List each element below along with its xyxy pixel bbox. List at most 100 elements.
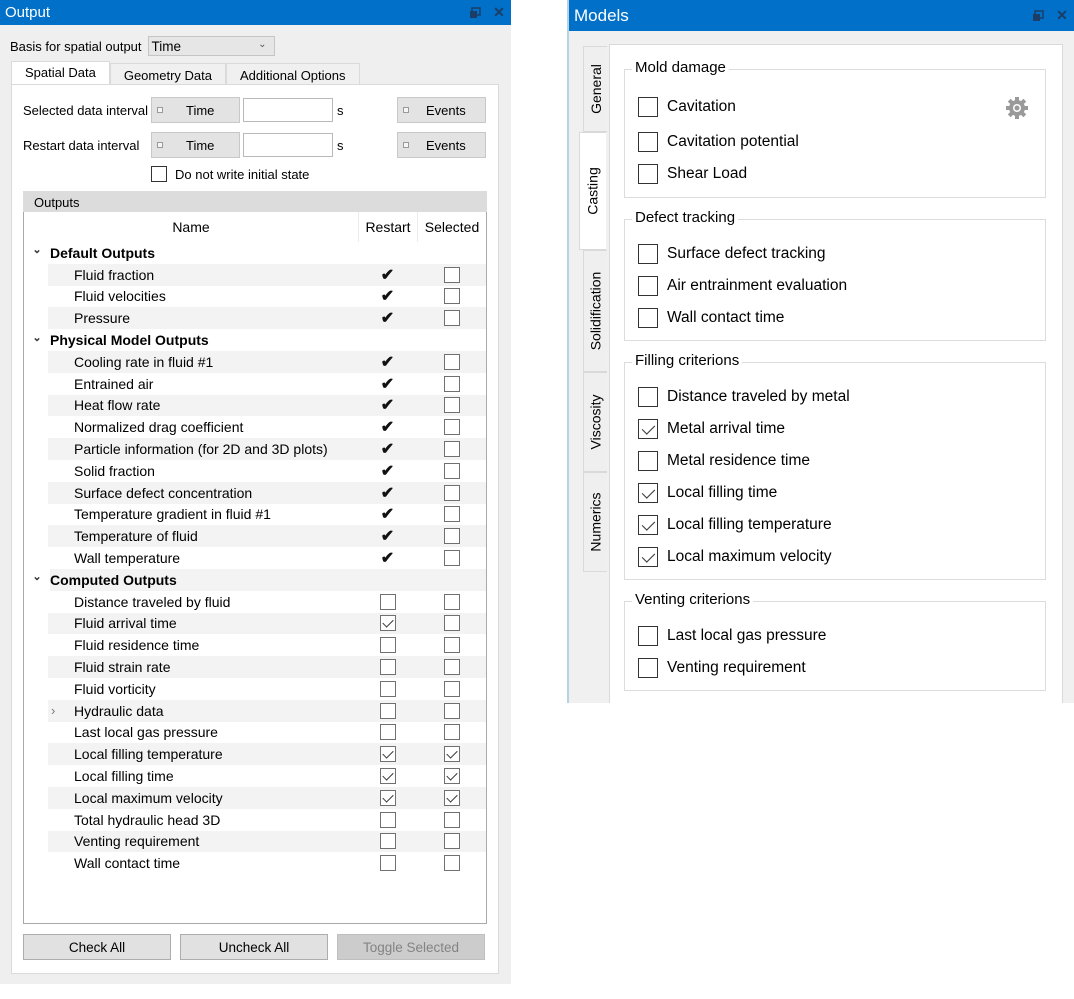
basis-dropdown[interactable]: Time ⌄ bbox=[147, 36, 275, 56]
model-option[interactable]: Wall contact time bbox=[638, 308, 784, 328]
model-option[interactable]: Venting requirement bbox=[638, 658, 806, 678]
vtab-general[interactable]: General bbox=[583, 46, 607, 132]
chevron-down-icon[interactable]: ⌄ bbox=[24, 331, 50, 344]
model-option[interactable]: Local filling temperature bbox=[638, 515, 832, 535]
selected-checkbox[interactable] bbox=[443, 724, 460, 741]
vtab-viscosity[interactable]: Viscosity bbox=[583, 372, 607, 472]
selected-checkbox[interactable] bbox=[443, 855, 460, 872]
selected-checkbox[interactable] bbox=[443, 266, 460, 283]
tree-row[interactable]: Pressure ✔ bbox=[24, 307, 486, 330]
gear-icon[interactable] bbox=[1005, 96, 1029, 120]
restart-checkbox[interactable] bbox=[379, 659, 396, 676]
restart-checkbox[interactable] bbox=[379, 702, 396, 719]
restore-window-icon[interactable] bbox=[463, 6, 487, 19]
restart-checkbox[interactable] bbox=[379, 637, 396, 654]
model-option[interactable]: Distance traveled by metal bbox=[638, 387, 850, 407]
selected-time-toggle[interactable]: Time bbox=[151, 97, 240, 123]
restart-time-toggle[interactable]: Time bbox=[151, 132, 240, 158]
option-checkbox[interactable] bbox=[638, 419, 658, 439]
selected-checkbox[interactable] bbox=[443, 593, 460, 610]
selected-checkbox[interactable] bbox=[443, 659, 460, 676]
restart-interval-input[interactable] bbox=[243, 133, 333, 157]
tree-row[interactable]: Last local gas pressure bbox=[24, 722, 486, 744]
selected-checkbox[interactable] bbox=[443, 288, 460, 305]
selected-checkbox[interactable] bbox=[443, 375, 460, 392]
uncheck-all-button[interactable]: Uncheck All bbox=[180, 934, 328, 960]
restart-checkbox[interactable] bbox=[379, 768, 396, 785]
selected-checkbox[interactable] bbox=[443, 768, 460, 785]
restart-checkbox[interactable] bbox=[379, 724, 396, 741]
selected-checkbox[interactable] bbox=[443, 528, 460, 545]
selected-checkbox[interactable] bbox=[443, 637, 460, 654]
selected-checkbox[interactable] bbox=[443, 419, 460, 436]
tree-row[interactable]: Surface defect concentration ✔ bbox=[24, 481, 486, 504]
selected-checkbox[interactable] bbox=[443, 506, 460, 523]
option-checkbox[interactable] bbox=[638, 244, 658, 264]
tree-row[interactable]: Entrained air ✔ bbox=[24, 373, 486, 395]
selected-checkbox[interactable] bbox=[443, 811, 460, 828]
selected-checkbox[interactable] bbox=[443, 441, 460, 458]
tree-row[interactable]: Fluid vorticity bbox=[24, 678, 486, 700]
model-option[interactable]: Metal residence time bbox=[638, 451, 810, 471]
model-option[interactable]: Surface defect tracking bbox=[638, 244, 826, 264]
option-checkbox[interactable] bbox=[638, 626, 658, 646]
column-name[interactable]: Name bbox=[24, 212, 359, 242]
close-icon[interactable]: ✕ bbox=[487, 4, 511, 21]
model-option[interactable]: Cavitation bbox=[638, 97, 736, 117]
tree-group[interactable]: ⌄ Default Outputs bbox=[24, 242, 486, 264]
tree-row[interactable]: Particle information (for 2D and 3D plot… bbox=[24, 438, 486, 460]
vtab-numerics[interactable]: Numerics bbox=[583, 472, 607, 572]
tab-additional-options[interactable]: Additional Options bbox=[225, 63, 360, 86]
tree-row[interactable]: Local filling temperature bbox=[24, 743, 486, 766]
option-checkbox[interactable] bbox=[638, 547, 658, 567]
tab-geometry-data[interactable]: Geometry Data bbox=[109, 63, 226, 86]
option-checkbox[interactable] bbox=[638, 451, 658, 471]
chevron-right-icon[interactable]: › bbox=[51, 703, 55, 718]
restore-window-icon[interactable] bbox=[1026, 9, 1050, 22]
restart-checkbox[interactable] bbox=[379, 680, 396, 697]
tree-row[interactable]: Local maximum velocity bbox=[24, 786, 486, 809]
selected-checkbox[interactable] bbox=[443, 746, 460, 763]
tree-row[interactable]: Fluid arrival time bbox=[24, 612, 486, 635]
tree-row[interactable]: Wall temperature ✔ bbox=[24, 547, 486, 569]
tree-row[interactable]: Temperature gradient in fluid #1 ✔ bbox=[24, 504, 486, 526]
vtab-casting[interactable]: Casting bbox=[579, 132, 606, 250]
option-checkbox[interactable] bbox=[638, 164, 658, 184]
model-option[interactable]: Cavitation potential bbox=[638, 132, 799, 152]
tree-row[interactable]: Venting requirement bbox=[24, 830, 486, 853]
tree-row[interactable]: Local filling time bbox=[24, 765, 486, 787]
option-checkbox[interactable] bbox=[638, 132, 658, 152]
model-option[interactable]: Metal arrival time bbox=[638, 419, 785, 439]
tree-row[interactable]: Temperature of fluid ✔ bbox=[24, 525, 486, 548]
model-option[interactable]: Local maximum velocity bbox=[638, 547, 832, 567]
tree-row[interactable]: Fluid fraction ✔ bbox=[24, 263, 486, 286]
selected-checkbox[interactable] bbox=[443, 353, 460, 370]
selected-checkbox[interactable] bbox=[443, 615, 460, 632]
no-initial-state-checkbox[interactable] bbox=[151, 166, 167, 182]
tab-spatial-data[interactable]: Spatial Data bbox=[11, 61, 110, 86]
selected-events-toggle[interactable]: Events bbox=[397, 97, 486, 123]
selected-checkbox[interactable] bbox=[443, 462, 460, 479]
tree-row[interactable]: Cooling rate in fluid #1 ✔ bbox=[24, 350, 486, 373]
selected-checkbox[interactable] bbox=[443, 397, 460, 414]
column-restart[interactable]: Restart bbox=[359, 212, 418, 242]
tree-row[interactable]: Fluid residence time bbox=[24, 634, 486, 656]
restart-events-toggle[interactable]: Events bbox=[397, 132, 486, 158]
option-checkbox[interactable] bbox=[638, 387, 658, 407]
tree-row[interactable]: Heat flow rate ✔ bbox=[24, 394, 486, 417]
option-checkbox[interactable] bbox=[638, 97, 658, 117]
selected-checkbox[interactable] bbox=[443, 789, 460, 806]
tree-row[interactable]: Normalized drag coefficient ✔ bbox=[24, 416, 486, 438]
selected-interval-input[interactable] bbox=[243, 98, 333, 122]
close-icon[interactable]: ✕ bbox=[1050, 7, 1074, 24]
option-checkbox[interactable] bbox=[638, 658, 658, 678]
model-option[interactable]: Air entrainment evaluation bbox=[638, 276, 847, 296]
restart-checkbox[interactable] bbox=[379, 789, 396, 806]
tree-row[interactable]: Fluid strain rate bbox=[24, 656, 486, 678]
tree-group[interactable]: ⌄ Computed Outputs bbox=[24, 568, 486, 591]
selected-checkbox[interactable] bbox=[443, 550, 460, 567]
tree-row[interactable]: Wall contact time bbox=[24, 852, 486, 874]
tree-row[interactable]: › Hydraulic data bbox=[24, 699, 486, 722]
selected-checkbox[interactable] bbox=[443, 833, 460, 850]
vtab-solidification[interactable]: Solidification bbox=[583, 250, 607, 372]
